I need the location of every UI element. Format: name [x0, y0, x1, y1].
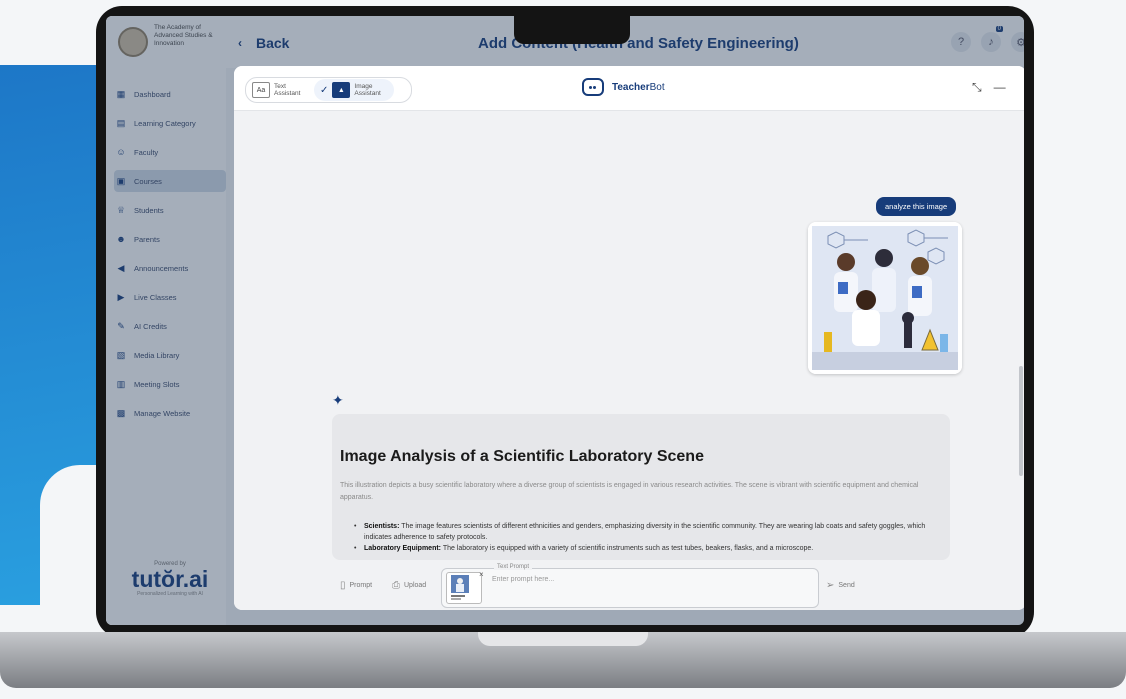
- prompt-label: Prompt: [349, 582, 373, 589]
- check-icon: ✓: [320, 84, 329, 96]
- answer-points: Scientists: The image features scientist…: [354, 521, 946, 554]
- bot-name-bold: Teacher: [612, 81, 650, 93]
- text-assistant-icon: Aa: [252, 82, 270, 98]
- remove-attachment-icon[interactable]: ×: [479, 570, 484, 579]
- prompt-field[interactable]: Text Prompt × Enter prompt here...: [441, 564, 819, 608]
- upload-label: Upload: [404, 582, 427, 589]
- camera-notch: [514, 16, 630, 44]
- send-label: Send: [838, 582, 855, 589]
- user-message-bubble: analyze this image: [876, 197, 957, 216]
- send-icon: ➢: [826, 580, 835, 591]
- point-text: The image features scientists of differe…: [364, 523, 926, 541]
- prompt-field-label: Text Prompt: [494, 564, 533, 570]
- robot-icon: [582, 78, 604, 96]
- prompt-button[interactable]: ▯ Prompt: [340, 580, 372, 591]
- text-assistant-option[interactable]: Aa Text Assistant: [246, 79, 314, 101]
- prompt-placeholder: Enter prompt here...: [492, 576, 555, 583]
- chat-scrollbar[interactable]: [1019, 366, 1023, 476]
- uploaded-lab-image[interactable]: [808, 222, 962, 374]
- input-bar: ▯ Prompt ⎙ Upload Text Prompt × Enter prom…: [234, 560, 1024, 610]
- app-screen: The Academy of Advanced Studies & Innova…: [106, 16, 1024, 625]
- list-item: Scientists: The image features scientist…: [354, 521, 946, 543]
- point-text: The laboratory is equipped with a variet…: [441, 545, 814, 552]
- send-button[interactable]: ➢ Send: [826, 580, 855, 591]
- answer-title: Image Analysis of a Scientific Laborator…: [340, 448, 704, 465]
- laptop-base-notch: [478, 632, 648, 646]
- image-assistant-icon: ▲: [332, 82, 351, 98]
- assistant-toggle: Aa Text Assistant ✓ ▲ Image Assistant: [245, 77, 412, 103]
- minimize-icon[interactable]: —: [994, 80, 1006, 95]
- ai-sparkle-icon: ✦: [332, 392, 344, 408]
- answer-intro: This illustration depicts a busy scienti…: [340, 482, 919, 501]
- bot-name-rest: Bot: [649, 81, 665, 93]
- teacherbot-modal: Aa Text Assistant ✓ ▲ Image Assistant Te…: [234, 66, 1024, 610]
- upload-button[interactable]: ⎙ Upload: [392, 580, 426, 591]
- image-assistant-label: Image Assistant: [354, 83, 381, 97]
- upload-icon: ⎙: [392, 580, 400, 591]
- list-item: Laboratory Equipment: The laboratory is …: [354, 543, 946, 554]
- prompt-icon: ▯: [340, 580, 346, 591]
- point-term: Laboratory Equipment:: [364, 545, 442, 552]
- thumbnail-image: [451, 575, 469, 600]
- bot-title: TeacherBot: [582, 78, 665, 96]
- text-assistant-label: Text Assistant: [274, 83, 301, 97]
- bot-name: TeacherBot: [612, 82, 665, 93]
- modal-header: Aa Text Assistant ✓ ▲ Image Assistant Te…: [234, 66, 1024, 111]
- ai-answer-card: Image Analysis of a Scientific Laborator…: [332, 414, 950, 560]
- lab-illustration: [808, 222, 962, 374]
- collapse-icon[interactable]: ⤡: [972, 80, 982, 95]
- point-term: Scientists:: [364, 523, 400, 530]
- modal-window-controls: ⤡ —: [972, 80, 1006, 95]
- attached-image-thumbnail[interactable]: [446, 572, 482, 604]
- image-assistant-option[interactable]: ✓ ▲ Image Assistant: [314, 79, 395, 101]
